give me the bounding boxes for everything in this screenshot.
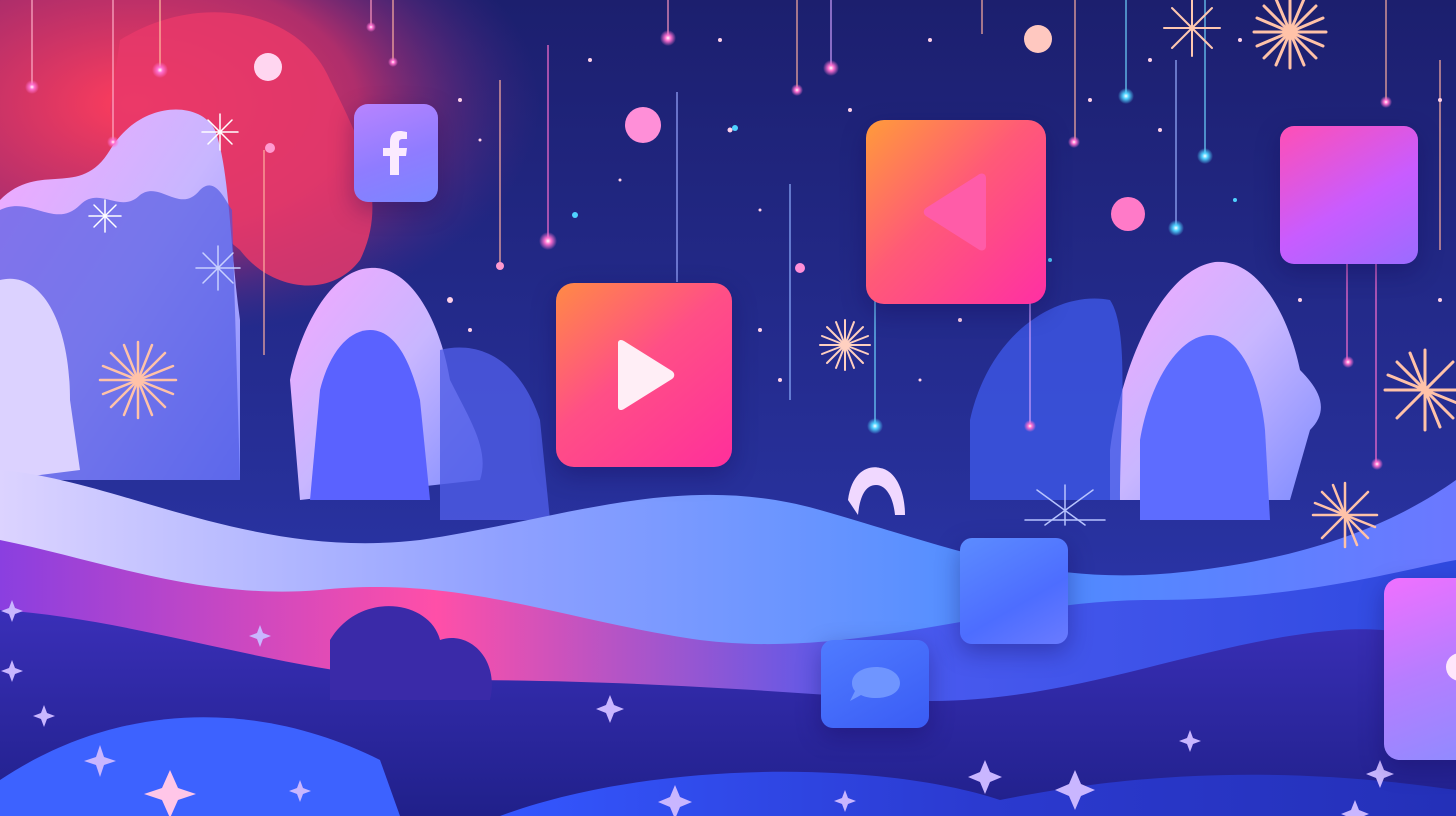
play-tile	[556, 283, 732, 467]
facebook-icon	[383, 131, 407, 175]
facebook-tile	[354, 104, 438, 202]
rewind-arrow-icon	[923, 173, 986, 251]
blank-tile-right	[1280, 126, 1418, 264]
illustration-scene	[0, 0, 1456, 816]
chat-tile	[821, 640, 929, 728]
edge-tile-glyph	[1446, 653, 1456, 681]
blank-tile-blue	[960, 538, 1068, 644]
edge-tile	[1384, 578, 1456, 760]
back-tile	[866, 120, 1046, 304]
play-icon	[618, 339, 675, 411]
chat-bubble-icon	[850, 667, 900, 701]
